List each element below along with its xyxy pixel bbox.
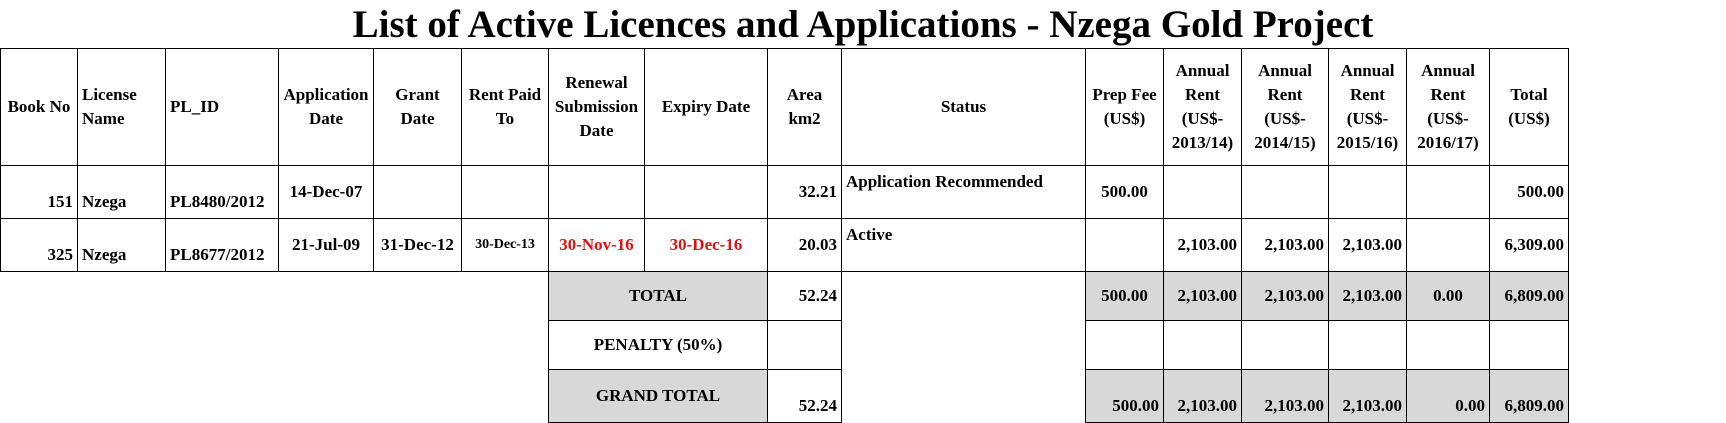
header-rent-paid-to: Rent Paid To (461, 48, 549, 166)
application-date-cell: 21-Jul-09 (278, 218, 374, 272)
header-status: Status (841, 48, 1086, 166)
header-total: Total (US$) (1489, 48, 1569, 166)
total-total-cell: 6,809.00 (1489, 271, 1569, 321)
header-rent-2014: Annual Rent (US$- 2014/15) (1241, 48, 1329, 166)
book-no-cell: 325 (0, 218, 78, 272)
penalty-area-cell (767, 320, 842, 370)
total-prep-fee-cell: 500.00 (1085, 271, 1164, 321)
grand-total-rent-2013-cell: 2,103.00 (1163, 369, 1242, 423)
header-rent-2013: Annual Rent (US$- 2013/14) (1163, 48, 1242, 166)
grand-total-label: GRAND TOTAL (548, 369, 768, 423)
rent-2013-cell (1163, 165, 1242, 219)
penalty-rent-2015-cell (1328, 320, 1407, 370)
prep-fee-cell (1085, 218, 1164, 272)
grand-total-row: GRAND TOTAL 52.24 500.00 2,103.00 2,103.… (1, 369, 1569, 423)
total-rent-2013-cell: 2,103.00 (1163, 271, 1242, 321)
rent-2016-cell (1406, 165, 1490, 219)
rent-2014-cell: 2,103.00 (1241, 218, 1329, 272)
header-rent-2016: Annual Rent (US$- 2016/17) (1406, 48, 1490, 166)
total-rent-2016-cell: 0.00 (1406, 271, 1490, 321)
penalty-rent-2016-cell (1406, 320, 1490, 370)
pl-id-cell: PL8677/2012 (165, 218, 279, 272)
renewal-submission-date-cell (548, 165, 645, 219)
total-area-cell: 52.24 (767, 271, 842, 321)
application-date-cell: 14-Dec-07 (278, 165, 374, 219)
table-row: 151 Nzega PL8480/2012 14-Dec-07 32.21 Ap… (0, 165, 1569, 219)
table-row: 325 Nzega PL8677/2012 21-Jul-09 31-Dec-1… (0, 218, 1569, 272)
header-application-date: Application Date (278, 48, 374, 166)
grant-date-cell (373, 165, 462, 219)
grant-date-cell: 31-Dec-12 (373, 218, 462, 272)
penalty-prep-fee-cell (1085, 320, 1164, 370)
header-row: Book No License Name PL_ID Application D… (0, 48, 1569, 166)
grand-total-prep-fee-cell: 500.00 (1085, 369, 1164, 423)
rent-2016-cell (1406, 218, 1490, 272)
status-cell: Application Recommended (841, 165, 1086, 219)
rent-paid-to-cell: 30-Dec-13 (461, 218, 549, 272)
penalty-rent-2014-cell (1241, 320, 1329, 370)
header-book-no: Book No (0, 48, 78, 166)
license-name-cell: Nzega (77, 218, 166, 272)
grand-total-total-cell: 6,809.00 (1489, 369, 1569, 423)
total-rent-2015-cell: 2,103.00 (1328, 271, 1407, 321)
book-no-cell: 151 (0, 165, 78, 219)
total-cell: 6,309.00 (1489, 218, 1569, 272)
total-cell: 500.00 (1489, 165, 1569, 219)
grand-total-area-cell: 52.24 (767, 369, 842, 423)
license-name-cell: Nzega (77, 165, 166, 219)
rent-2014-cell (1241, 165, 1329, 219)
status-cell: Active (841, 218, 1086, 272)
rent-2015-cell (1328, 165, 1407, 219)
penalty-row: PENALTY (50%) (1, 320, 1569, 370)
page-title: List of Active Licences and Applications… (352, 3, 1374, 46)
expiry-date-cell (644, 165, 768, 219)
header-area: Area km2 (767, 48, 842, 166)
renewal-submission-date-cell: 30-Nov-16 (548, 218, 645, 272)
penalty-total-cell (1489, 320, 1569, 370)
area-cell: 20.03 (767, 218, 842, 272)
penalty-rent-2013-cell (1163, 320, 1242, 370)
header-expiry-date: Expiry Date (644, 48, 768, 166)
rent-paid-to-cell (461, 165, 549, 219)
rent-2013-cell: 2,103.00 (1163, 218, 1242, 272)
penalty-label: PENALTY (50%) (548, 320, 768, 370)
rent-2015-cell: 2,103.00 (1328, 218, 1407, 272)
grand-total-rent-2015-cell: 2,103.00 (1328, 369, 1407, 423)
total-rent-2014-cell: 2,103.00 (1241, 271, 1329, 321)
prep-fee-cell: 500.00 (1085, 165, 1164, 219)
expiry-date-cell: 30-Dec-16 (644, 218, 768, 272)
grand-total-rent-2016-cell: 0.00 (1406, 369, 1490, 423)
header-renewal-submission-date: Renewal Submission Date (548, 48, 645, 166)
area-cell: 32.21 (767, 165, 842, 219)
header-grant-date: Grant Date (373, 48, 462, 166)
header-prep-fee: Prep Fee (US$) (1085, 48, 1164, 166)
header-rent-2015: Annual Rent (US$- 2015/16) (1328, 48, 1407, 166)
total-label: TOTAL (548, 271, 768, 321)
grand-total-rent-2014-cell: 2,103.00 (1241, 369, 1329, 423)
total-row: TOTAL 52.24 500.00 2,103.00 2,103.00 2,1… (1, 271, 1569, 321)
header-license-name: License Name (77, 48, 166, 166)
pl-id-cell: PL8480/2012 (165, 165, 279, 219)
licences-table: Book No License Name PL_ID Application D… (0, 48, 1569, 423)
header-pl-id: PL_ID (165, 48, 279, 166)
